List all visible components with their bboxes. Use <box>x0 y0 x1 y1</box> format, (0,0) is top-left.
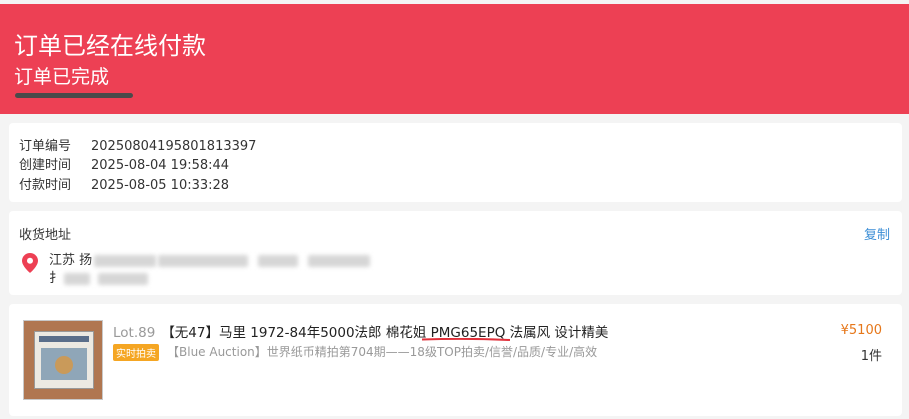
order-number-label: 订单编号 <box>19 139 72 154</box>
paid-time-value: 2025-08-05 10:33:28 <box>91 178 230 193</box>
order-status-title: 订单已经在线付款 <box>14 32 206 60</box>
paid-time-row: 付款时间 2025-08-05 10:33:28 <box>19 174 229 193</box>
address-label: 收货地址 <box>19 228 72 243</box>
address-card: 收货地址 复制 江苏 扬 扌 <box>9 211 902 295</box>
product-card[interactable]: Lot.89 【无47】马里 1972-84年5000法郎 棉花姐 PMG65EP… <box>9 304 902 416</box>
redacted-block <box>258 254 299 267</box>
product-title[interactable]: 【无47】马里 1972-84年5000法郎 棉花姐 PMG65EPQ 法属风 … <box>161 325 608 341</box>
copy-address-button[interactable]: 复制 <box>864 224 890 243</box>
created-time-row: 创建时间 2025-08-04 19:58:44 <box>19 154 229 173</box>
product-price: ¥5100 <box>840 323 882 338</box>
location-pin-icon <box>22 253 38 273</box>
address-line-2: 扌 <box>49 267 149 286</box>
redacted-block <box>308 254 371 267</box>
address-line-2-text: 扌 <box>49 271 63 286</box>
lot-number: Lot.89 <box>113 325 156 341</box>
product-quantity: 1件 <box>860 349 882 364</box>
redacted-block <box>64 272 91 285</box>
order-info-card: 订单编号 20250804195801813397 创建时间 2025-08-04 … <box>9 123 902 202</box>
order-status-header: 订单已经在线付款 订单已完成 <box>0 4 909 114</box>
product-thumbnail[interactable] <box>23 320 103 400</box>
paid-time-label: 付款时间 <box>19 178 72 193</box>
created-time-value: 2025-08-04 19:58:44 <box>91 158 230 173</box>
handdrawn-underline <box>422 338 510 341</box>
created-time-label: 创建时间 <box>19 158 72 173</box>
redacted-block <box>94 254 157 267</box>
order-number-row: 订单编号 20250804195801813397 <box>19 135 256 154</box>
subtitle-underline <box>15 93 133 98</box>
address-line-1: 江苏 扬 <box>49 249 371 268</box>
live-auction-badge: 实时拍卖 <box>113 344 159 361</box>
redacted-block <box>158 254 249 267</box>
auction-session-name: 【Blue Auction】世界纸币精拍第704期——18级TOP拍卖/信誉/品… <box>167 345 598 359</box>
order-number-value: 20250804195801813397 <box>91 139 257 154</box>
order-status-subtitle: 订单已完成 <box>14 66 110 88</box>
redacted-block <box>98 272 149 285</box>
address-line-1-text: 江苏 扬 <box>49 253 93 268</box>
banknote-image <box>34 331 94 389</box>
product-title-line[interactable]: Lot.89 【无47】马里 1972-84年5000法郎 棉花姐 PMG65EP… <box>113 321 608 341</box>
